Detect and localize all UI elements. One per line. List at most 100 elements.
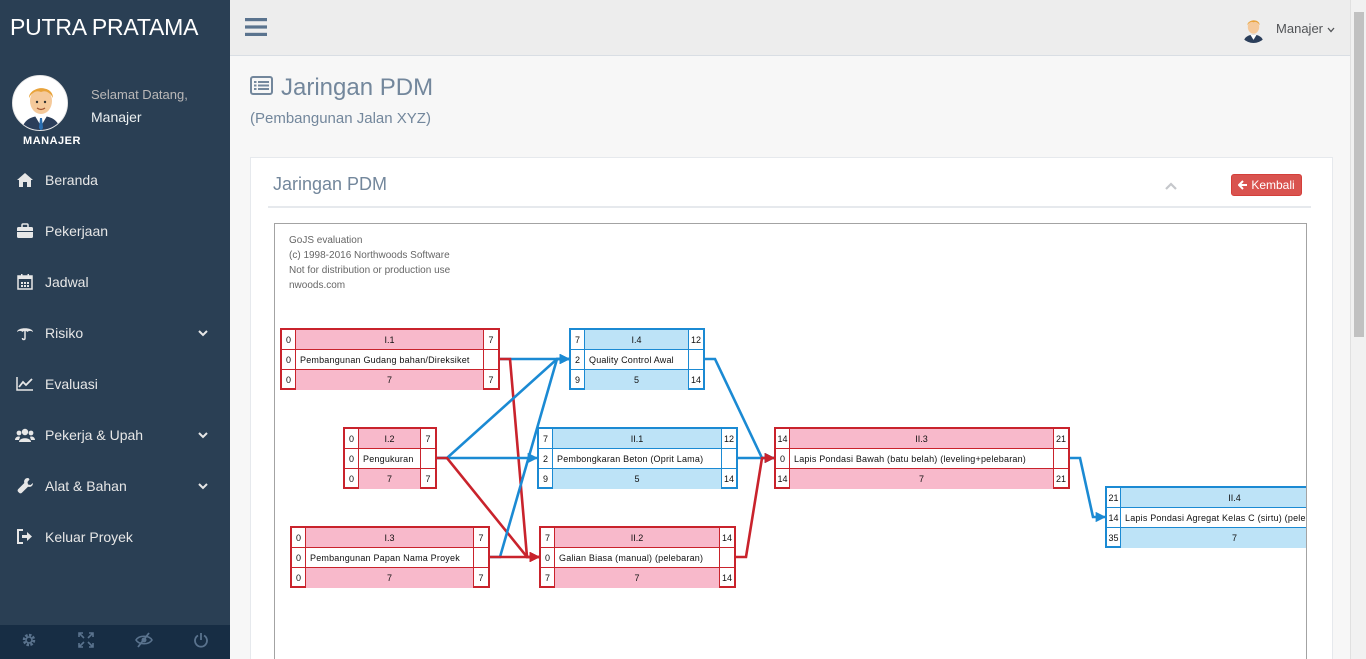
pdm-node-ls: 14 bbox=[776, 469, 790, 489]
pdm-node-ls: 0 bbox=[292, 568, 306, 588]
sidebar-item-alat-bahan[interactable]: Alat & Bahan bbox=[0, 460, 230, 511]
pdm-node-name: Pengukuran bbox=[359, 449, 421, 469]
pdm-diagram-canvas[interactable]: GoJS evaluation (c) 1998-2016 Northwoods… bbox=[274, 223, 1307, 659]
eye-slash-icon bbox=[134, 631, 153, 653]
pdm-node-dur: 0 bbox=[541, 548, 555, 568]
pdm-node-lf: 14 bbox=[723, 474, 734, 484]
pdm-node-lf: 14 bbox=[721, 573, 732, 583]
pdm-node[interactable]: 7 II.1 12 2 Pembongkaran Beton (Oprit Lama) 9… bbox=[537, 427, 738, 489]
pdm-node-top-row: 7 II.1 12 bbox=[539, 429, 736, 449]
pdm-node[interactable]: 14 II.3 21 0 Lapis Pondasi Bawah (batu belah… bbox=[774, 427, 1070, 489]
pdm-node-blank-cell bbox=[1054, 449, 1068, 469]
pdm-node-blank-cell bbox=[421, 449, 435, 469]
pdm-node-name: Lapis Pondasi Agregat Kelas C (sirtu) (p… bbox=[1121, 508, 1306, 528]
top-navbar: Manajer bbox=[230, 0, 1350, 56]
pdm-node-bottom-row: 077 bbox=[345, 469, 435, 489]
pdm-node-ef: 12 bbox=[722, 429, 736, 449]
sidebar-item-label: Evaluasi bbox=[45, 375, 98, 392]
pdm-node[interactable]: 21 II.4 14 Lapis Pondasi Agregat Kelas C (s… bbox=[1105, 486, 1306, 548]
pdm-node[interactable]: 0 I.3 7 0 Pembangunan Papan Nama Proyek 0 7 7 bbox=[290, 526, 490, 588]
vertical-scrollbar[interactable] bbox=[1350, 0, 1366, 659]
pdm-node-slack: 7 bbox=[555, 568, 720, 588]
hamburger-icon bbox=[245, 18, 267, 36]
pdm-node-top-row: 14 II.3 21 bbox=[776, 429, 1068, 449]
line-chart-icon bbox=[14, 373, 36, 395]
sidebar-item-label: Alat & Bahan bbox=[45, 477, 127, 494]
pdm-node-es: 7 bbox=[541, 528, 555, 548]
pdm-node-lf: 7 bbox=[478, 573, 484, 583]
pdm-node-ef: 7 bbox=[484, 330, 498, 350]
pdm-node-name-row: 2 Pembongkaran Beton (Oprit Lama) bbox=[539, 449, 736, 469]
pdm-node-blank-cell bbox=[720, 548, 734, 568]
user-name: Manajer bbox=[91, 109, 142, 125]
arrow-left-icon bbox=[1238, 180, 1248, 190]
collapse-button[interactable] bbox=[1164, 178, 1178, 196]
calendar-icon bbox=[14, 271, 36, 293]
scrollbar-thumb[interactable] bbox=[1354, 12, 1364, 337]
fullscreen-icon bbox=[78, 631, 95, 653]
user-menu-label: Manajer bbox=[1276, 21, 1323, 36]
lock-screen-button[interactable] bbox=[115, 625, 173, 659]
welcome-text: Selamat Datang, bbox=[91, 87, 188, 102]
sidebar-item-jadwal[interactable]: Jadwal bbox=[0, 256, 230, 307]
pdm-node-lf: 7 bbox=[425, 474, 431, 484]
page-subtitle: (Pembangunan Jalan XYZ) bbox=[250, 110, 431, 127]
pdm-node[interactable]: 7 I.4 12 2 Quality Control Awal 9 5 14 bbox=[569, 328, 705, 390]
pdm-node-blank-cell bbox=[484, 350, 498, 370]
sidebar-item-label: Jadwal bbox=[45, 273, 89, 290]
pdm-node-blank-cell bbox=[722, 449, 736, 469]
sidebar-item-label: Risiko bbox=[45, 324, 84, 341]
pdm-node-name-row: 2 Quality Control Awal bbox=[571, 350, 703, 370]
page-title-text: Jaringan PDM bbox=[281, 74, 434, 101]
pdm-node-top-row: 0 I.2 7 bbox=[345, 429, 435, 449]
users-icon bbox=[14, 424, 36, 446]
pdm-node-id: II.4 bbox=[1121, 488, 1306, 508]
pdm-node[interactable]: 0 I.2 7 0 Pengukuran 0 7 7 bbox=[343, 427, 437, 489]
pdm-node[interactable]: 7 II.2 14 0 Galian Biasa (manual) (pelebaran… bbox=[539, 526, 736, 588]
pdm-node-ls: 9 bbox=[571, 370, 585, 390]
sidebar-item-beranda[interactable]: Beranda bbox=[0, 154, 230, 205]
sidebar-item-evaluasi[interactable]: Evaluasi bbox=[0, 358, 230, 409]
pdm-node-es: 7 bbox=[571, 330, 585, 350]
pdm-link bbox=[1070, 456, 1107, 523]
avatar bbox=[1239, 14, 1269, 43]
pdm-node-dur: 2 bbox=[539, 449, 553, 469]
chevron-down-icon bbox=[1327, 21, 1335, 36]
pdm-node[interactable]: 0 I.1 7 0 Pembangunan Gudang bahan/Direksike… bbox=[280, 328, 500, 390]
user-menu[interactable]: Manajer bbox=[1239, 14, 1335, 43]
fullscreen-button[interactable] bbox=[58, 625, 116, 659]
sidebar-item-pekerjaan[interactable]: Pekerjaan bbox=[0, 205, 230, 256]
power-icon bbox=[193, 632, 209, 653]
pdm-node-ls: 7 bbox=[541, 568, 555, 588]
settings-icon bbox=[21, 632, 37, 653]
pdm-node-slack: 7 bbox=[359, 469, 421, 489]
brand-title[interactable]: PUTRA PRATAMA bbox=[0, 0, 230, 56]
sidebar: PUTRA PRATAMA MANAJER Selamat Datang, Ma… bbox=[0, 0, 230, 659]
sidebar-item-risiko[interactable]: Risiko bbox=[0, 307, 230, 358]
pdm-node-lf: 21 bbox=[1055, 474, 1066, 484]
pdm-node-slack: 7 bbox=[296, 370, 484, 390]
sidebar-item-label: Beranda bbox=[45, 171, 98, 188]
pdm-node-id: II.3 bbox=[790, 429, 1054, 449]
logout-button[interactable] bbox=[173, 625, 231, 659]
pdm-node-top-row: 0 I.3 7 bbox=[292, 528, 488, 548]
pdm-node-top-row: 0 I.1 7 bbox=[282, 330, 498, 350]
pdm-node-slack: 7 bbox=[306, 568, 474, 588]
pdm-node-lf: 7 bbox=[488, 375, 494, 385]
pdm-node-slack: 5 bbox=[585, 370, 689, 390]
settings-button[interactable] bbox=[0, 625, 58, 659]
avatar bbox=[12, 75, 68, 131]
sidebar-item-pekerja-upah[interactable]: Pekerja & Upah bbox=[0, 409, 230, 460]
pdm-node-name: Lapis Pondasi Bawah (batu belah) (leveli… bbox=[790, 449, 1054, 469]
pdm-node-name: Pembangunan Papan Nama Proyek bbox=[306, 548, 474, 568]
pdm-node-bottom-row: 14 7 21 bbox=[776, 469, 1068, 489]
sign-out-icon bbox=[14, 526, 36, 548]
pdm-node-ef: 12 bbox=[689, 330, 703, 350]
sidebar-item-keluar-proyek[interactable]: Keluar Proyek bbox=[0, 511, 230, 562]
pdm-node-es: 21 bbox=[1107, 488, 1121, 508]
pdm-node-id: I.1 bbox=[296, 330, 484, 350]
user-role: MANAJER bbox=[23, 135, 81, 147]
back-button[interactable]: Kembali bbox=[1231, 174, 1302, 196]
pdm-node-lf: 14 bbox=[690, 375, 701, 385]
menu-toggle-button[interactable] bbox=[244, 15, 268, 39]
